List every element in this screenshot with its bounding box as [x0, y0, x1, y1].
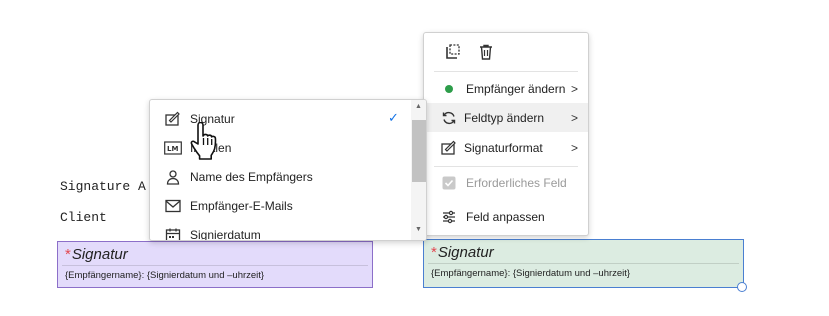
submenu-item-recipient-name[interactable]: Name des Empfängers	[150, 162, 426, 191]
signature-pen-icon	[440, 139, 458, 157]
chevron-right-icon: >	[570, 110, 578, 125]
hand-pointer-cursor-icon	[190, 121, 220, 164]
field-type-submenu: Signatur ✓ LM Initialen Name des Empfäng…	[149, 99, 427, 241]
scroll-up-icon[interactable]: ▲	[415, 103, 422, 110]
field-divider	[62, 265, 368, 266]
submenu-item-label: Name des Empfängers	[190, 169, 313, 184]
signature-field-right[interactable]: *Signatur {Empfängername}: {Signierdatum…	[423, 239, 744, 288]
sliders-icon	[440, 208, 458, 226]
duplicate-icon[interactable]	[444, 43, 462, 61]
field-title-text: Signatur	[71, 246, 128, 263]
field-subtitle: {Empfängername}: {Signierdatum und –uhrz…	[431, 268, 631, 279]
submenu-item-label: Empfänger-E-Mails	[190, 198, 293, 213]
submenu-scrollbar[interactable]: ▲ ▼	[411, 100, 426, 240]
chevron-right-icon: >	[570, 140, 578, 155]
menu-item-signature-format[interactable]: Signaturformat >	[424, 133, 588, 162]
menu-item-required-field[interactable]: Erforderliches Feld	[424, 168, 588, 197]
envelope-icon	[164, 197, 182, 215]
document-text-client: Client	[60, 210, 107, 225]
scrollbar-thumb[interactable]	[412, 120, 426, 182]
menu-item-label: Feld anpassen	[466, 209, 545, 224]
trash-icon[interactable]	[477, 43, 495, 61]
green-dot-icon	[440, 80, 458, 98]
calendar-icon	[164, 226, 182, 240]
required-star: *	[431, 244, 437, 261]
field-divider	[428, 263, 739, 264]
initials-icon: LM	[164, 139, 182, 157]
menu-item-change-recipient[interactable]: Empfänger ändern >	[424, 74, 588, 103]
checkbox-icon	[440, 174, 458, 192]
signature-field-left[interactable]: *Signatur {Empfängername}: {Signierdatum…	[57, 241, 373, 288]
submenu-item-signing-date[interactable]: Signierdatum	[150, 220, 426, 241]
refresh-icon	[440, 109, 458, 127]
checkmark-icon: ✓	[388, 111, 399, 126]
menu-divider	[434, 71, 578, 72]
field-title: *Signatur	[431, 244, 494, 261]
menu-item-label: Erforderliches Feld	[466, 175, 567, 190]
menu-item-label: Empfänger ändern	[466, 81, 566, 96]
signature-pen-icon	[164, 110, 182, 128]
field-title-text: Signatur	[437, 244, 494, 261]
required-star: *	[65, 246, 71, 263]
submenu-item-label: Signierdatum	[190, 227, 261, 241]
menu-divider	[434, 166, 578, 167]
scroll-down-icon[interactable]: ▼	[415, 226, 422, 233]
menu-item-change-field-type[interactable]: Feldtyp ändern >	[424, 103, 588, 132]
menu-item-customize-field[interactable]: Feld anpassen	[424, 202, 588, 231]
resize-handle[interactable]	[737, 282, 747, 292]
field-context-menu: Empfänger ändern > Feldtyp ändern > Sign…	[423, 32, 589, 236]
submenu-item-recipient-email[interactable]: Empfänger-E-Mails	[150, 191, 426, 220]
document-text-signature: Signature A	[60, 179, 146, 194]
menu-item-label: Signaturformat	[464, 140, 543, 155]
svg-text:LM: LM	[167, 145, 178, 153]
chevron-right-icon: >	[570, 81, 578, 96]
person-icon	[164, 168, 182, 186]
menu-item-label: Feldtyp ändern	[464, 110, 545, 125]
field-title: *Signatur	[65, 246, 128, 263]
field-subtitle: {Empfängername}: {Signierdatum und –uhrz…	[65, 270, 265, 281]
